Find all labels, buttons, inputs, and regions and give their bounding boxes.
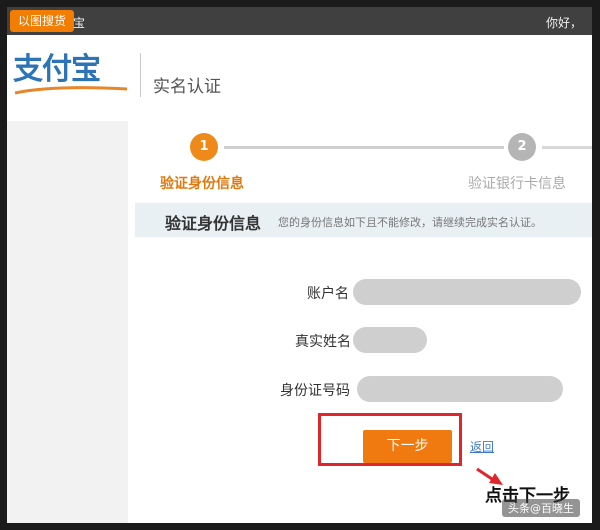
top-bar: 以图搜货 宝 你好， — [7, 7, 592, 35]
logo-swoosh-icon — [14, 86, 128, 95]
progress-steps: 1 2 验证身份信息 验证银行卡信息 — [128, 121, 592, 201]
screenshot-frame: 以图搜货 宝 你好， 支付宝 实名认证 1 2 验证身份信息 验证银行卡信息 验… — [7, 7, 592, 523]
step-2-label: 验证银行卡信息 — [468, 176, 566, 192]
left-margin-band — [7, 121, 128, 523]
section-note: 您的身份信息如下且不能修改，请继续完成实名认证。 — [278, 216, 542, 229]
step-1-label: 验证身份信息 — [160, 176, 244, 192]
step-1-indicator: 1 — [190, 133, 218, 161]
watermark: 头条@百晓生 — [502, 499, 580, 517]
step-2-indicator: 2 — [508, 133, 536, 161]
real-name-value-redacted — [353, 327, 427, 353]
id-number-label: 身份证号码 — [280, 383, 350, 399]
header: 支付宝 实名认证 — [7, 35, 592, 121]
section-header: 验证身份信息 您的身份信息如下且不能修改，请继续完成实名认证。 — [135, 203, 592, 237]
account-name-value-redacted — [353, 279, 581, 305]
section-title: 验证身份信息 — [165, 214, 262, 233]
alipay-logo[interactable]: 支付宝 — [13, 53, 135, 103]
site-title-fragment: 宝 — [73, 16, 86, 30]
id-number-value-redacted — [357, 376, 563, 402]
real-name-label: 真实姓名 — [295, 334, 351, 350]
account-name-label: 账户名 — [307, 286, 349, 302]
next-step-button[interactable]: 下一步 — [363, 430, 452, 463]
logo-text: 支付宝 — [13, 52, 101, 87]
image-search-badge[interactable]: 以图搜货 — [10, 10, 75, 32]
header-divider — [140, 53, 141, 97]
back-link[interactable]: 返回 — [470, 438, 494, 455]
page-title: 实名认证 — [153, 77, 221, 97]
step-connector-trailing — [542, 146, 592, 149]
greeting-text: 你好， — [545, 16, 582, 30]
step-connector — [224, 146, 504, 149]
